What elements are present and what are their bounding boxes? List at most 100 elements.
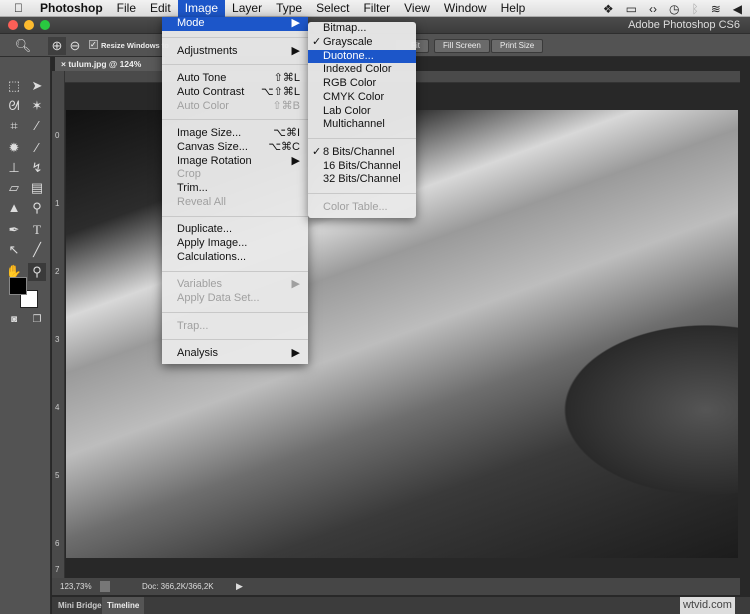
menu-item-cmyk-color[interactable]: CMYK Color <box>308 91 416 105</box>
code-icon[interactable]: ‹› <box>649 2 657 16</box>
eraser-tool-icon[interactable]: ▱ <box>5 179 23 197</box>
menu-item-label: Variables <box>177 278 223 291</box>
gradient-tool-icon[interactable]: ▤ <box>28 179 46 197</box>
fill-screen-button[interactable]: Fill Screen <box>434 39 490 53</box>
mode-submenu: Bitmap... ✓ Grayscale Duotone... Indexed … <box>308 22 416 218</box>
menu-item-auto-contrast[interactable]: Auto Contrast ⌥⇧⌘L <box>162 86 308 100</box>
vertical-ruler: 0 1 2 3 4 5 6 7 <box>52 71 65 578</box>
menu-item-grayscale[interactable]: ✓ Grayscale <box>308 36 416 50</box>
screen-mode-icon[interactable]: ❐ <box>28 311 46 329</box>
menu-item-image-size[interactable]: Image Size... ⌥⌘I <box>162 127 308 141</box>
history-brush-tool-icon[interactable]: ↯ <box>28 159 46 177</box>
volume-icon[interactable]: ◀ <box>733 2 742 16</box>
shortcut: ⌥⌘I <box>273 127 300 139</box>
foreground-color-swatch[interactable] <box>9 277 27 295</box>
menu-select[interactable]: Select <box>309 0 356 17</box>
menu-item-rgb-color[interactable]: RGB Color <box>308 77 416 91</box>
pen-tool-icon[interactable]: ✒ <box>5 221 23 239</box>
menu-item-image-rotation[interactable]: Image Rotation ▶ <box>162 155 308 169</box>
menu-file[interactable]: File <box>110 0 143 17</box>
line-tool-icon[interactable]: ╱ <box>28 241 46 259</box>
magic-wand-tool-icon[interactable]: ✶ <box>28 97 46 115</box>
menu-separator <box>162 265 308 279</box>
marquee-tool-icon[interactable]: ⬚ <box>5 77 23 95</box>
type-tool-icon[interactable]: T <box>28 221 46 239</box>
dodge-tool-icon[interactable]: ⚲ <box>28 199 46 217</box>
menu-item-32-bits[interactable]: 32 Bits/Channel <box>308 173 416 187</box>
close-window-button[interactable] <box>8 20 18 30</box>
menu-item-auto-tone[interactable]: Auto Tone ⇧⌘L <box>162 72 308 86</box>
menu-photoshop[interactable]: Photoshop <box>33 0 110 17</box>
menu-item-16-bits[interactable]: 16 Bits/Channel <box>308 160 416 174</box>
menu-item-adjustments[interactable]: Adjustments ▶ <box>162 45 308 59</box>
shortcut: ⇧⌘B <box>272 99 300 112</box>
menu-item-duotone[interactable]: Duotone... <box>308 49 416 64</box>
submenu-arrow-icon: ▶ <box>291 17 300 29</box>
menu-item-variables: Variables ▶ <box>162 278 308 292</box>
menu-type[interactable]: Type <box>269 0 309 17</box>
brush-tool-icon[interactable]: ∕ <box>28 139 46 157</box>
menu-image[interactable]: Image <box>177 0 226 17</box>
menu-item-label: Adjustments <box>177 44 238 57</box>
menu-item-label: 8 Bits/Channel <box>323 145 395 158</box>
print-size-button[interactable]: Print Size <box>491 39 544 53</box>
time-machine-icon[interactable]: ◷ <box>669 2 679 16</box>
menu-view[interactable]: View <box>397 0 437 17</box>
document-tab[interactable]: × tulum.jpg @ 124% (Gray/ <box>55 57 165 83</box>
zoom-in-icon[interactable]: ⊕ <box>48 37 66 55</box>
menu-help[interactable]: Help <box>494 0 533 17</box>
ruler-mark: 1 <box>55 199 60 208</box>
status-icons: ❖ ▭ ‹› ◷ ᛒ ≋ ◀ <box>603 0 742 17</box>
menu-item-trim[interactable]: Trim... <box>162 182 308 196</box>
menu-item-apply-image[interactable]: Apply Image... <box>162 237 308 251</box>
bluetooth-icon[interactable]: ᛒ <box>692 2 699 16</box>
minimize-window-button[interactable] <box>24 20 34 30</box>
export-icon[interactable] <box>100 581 110 592</box>
airplay-icon[interactable]: ▭ <box>626 2 637 16</box>
watermark: wtvid.com <box>680 597 735 614</box>
menu-item-bitmap[interactable]: Bitmap... <box>308 22 416 36</box>
zoom-tool-preset-icon[interactable]: 🔍︎ <box>14 37 32 55</box>
path-selection-tool-icon[interactable]: ↖ <box>5 241 23 259</box>
menu-item-lab-color[interactable]: Lab Color <box>308 105 416 119</box>
menu-item-duplicate[interactable]: Duplicate... <box>162 223 308 237</box>
zoom-window-button[interactable] <box>40 20 50 30</box>
move-tool-icon[interactable]: ➤ <box>28 77 46 95</box>
healing-brush-tool-icon[interactable]: ✹ <box>5 139 23 157</box>
tab-mini-bridge[interactable]: Mini Bridge <box>58 597 102 614</box>
status-bar: 123,73% Doc: 366,2K/366,2K ▶ <box>52 578 740 595</box>
menu-separator <box>162 58 308 72</box>
ruler-mark: 2 <box>55 267 60 276</box>
apple-menu-icon[interactable]:  <box>0 0 33 17</box>
menu-item-mode[interactable]: Mode ▶ <box>162 17 308 31</box>
menu-window[interactable]: Window <box>437 0 494 17</box>
quick-mask-icon[interactable]: ◙ <box>5 311 23 329</box>
clone-stamp-tool-icon[interactable]: ⊥ <box>5 159 23 177</box>
menu-layer[interactable]: Layer <box>225 0 269 17</box>
eyedropper-tool-icon[interactable]: ⁄ <box>28 117 46 135</box>
menu-item-8-bits[interactable]: ✓ 8 Bits/Channel <box>308 146 416 160</box>
crop-tool-icon[interactable]: ⌗ <box>5 117 23 135</box>
menu-edit[interactable]: Edit <box>143 0 178 17</box>
menu-filter[interactable]: Filter <box>356 0 397 17</box>
zoom-tool-icon[interactable]: ⚲ <box>28 263 46 281</box>
shortcut: ⌥⇧⌘L <box>260 85 300 98</box>
zoom-out-icon[interactable]: ⊖ <box>66 37 84 55</box>
zoom-level[interactable]: 123,73% <box>60 578 92 595</box>
tab-timeline[interactable]: Timeline <box>102 597 145 614</box>
status-menu-arrow-icon[interactable]: ▶ <box>236 578 243 595</box>
shortcut: ⇧⌘L <box>273 72 300 84</box>
lasso-tool-icon[interactable]: ᘛ <box>5 97 23 115</box>
menu-item-label: Auto Color <box>177 99 229 112</box>
resize-windows-checkbox[interactable]: ✓ <box>89 40 98 49</box>
blur-tool-icon[interactable]: ▲ <box>5 199 23 217</box>
menu-item-label: Image Size... <box>177 127 242 139</box>
wifi-icon[interactable]: ≋ <box>711 2 721 16</box>
tools-panel: ⬚ ➤ ᘛ ✶ ⌗ ⁄ ✹ ∕ ⊥ ↯ ▱ ▤ ▲ ⚲ ✒ T ↖ ╱ ✋ ⚲ … <box>0 57 51 614</box>
menu-item-indexed-color[interactable]: Indexed Color <box>308 63 416 77</box>
dropbox-icon[interactable]: ❖ <box>603 2 614 16</box>
menu-item-calculations[interactable]: Calculations... <box>162 251 308 265</box>
menu-item-canvas-size[interactable]: Canvas Size... ⌥⌘C <box>162 141 308 155</box>
menu-item-analysis[interactable]: Analysis ▶ <box>162 347 308 361</box>
menu-item-multichannel[interactable]: Multichannel <box>308 118 416 132</box>
